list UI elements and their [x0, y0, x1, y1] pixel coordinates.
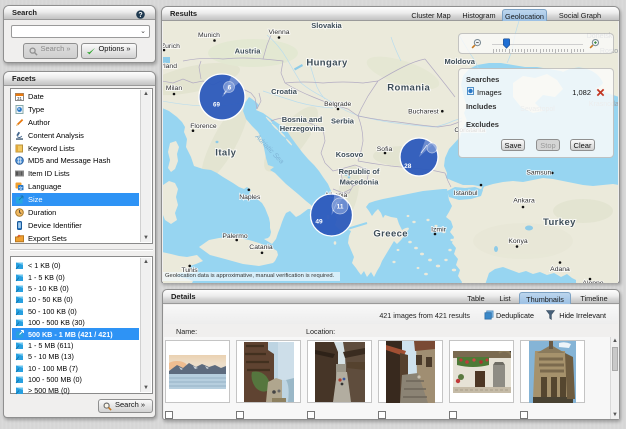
svg-text:Kosovo: Kosovo [336, 150, 364, 159]
svg-text:Munich: Munich [198, 32, 220, 39]
svg-text:Ankara: Ankara [513, 198, 535, 205]
svg-text:Moldova: Moldova [444, 57, 475, 66]
svg-text:Palermo: Palermo [222, 233, 248, 240]
svg-text:69: 69 [213, 102, 220, 109]
svg-text:Zurich: Zurich [163, 43, 180, 50]
svg-text:Macedonia: Macedonia [340, 178, 380, 187]
svg-text:11: 11 [337, 204, 344, 211]
svg-text:Izmir: Izmir [431, 227, 446, 234]
svg-text:Italy: Italy [215, 148, 236, 159]
svg-text:Konya: Konya [508, 238, 527, 245]
svg-text:Sofia: Sofia [377, 146, 393, 153]
svg-text:Aleppo: Aleppo [582, 280, 603, 283]
svg-text:文: 文 [18, 185, 23, 191]
svg-text:Adana: Adana [550, 266, 570, 273]
svg-text:Turkey: Turkey [543, 217, 576, 228]
svg-text:Catania: Catania [249, 244, 273, 251]
svg-text:Bucharest: Bucharest [408, 109, 439, 116]
svg-text:Naples: Naples [239, 194, 261, 201]
svg-text:Hungary: Hungary [306, 58, 348, 69]
svg-text:Slovakia: Slovakia [311, 21, 342, 30]
svg-text:?: ? [138, 12, 142, 19]
svg-text:Croatia: Croatia [271, 87, 298, 96]
svg-text:Vienna: Vienna [268, 29, 289, 36]
svg-text:Milan: Milan [166, 85, 182, 92]
svg-text:Serbia: Serbia [331, 117, 355, 126]
svg-text:Bosnia and: Bosnia and [282, 115, 323, 124]
svg-text:Republic of: Republic of [339, 167, 380, 176]
svg-text:Romania: Romania [387, 83, 430, 94]
svg-text:Samsun: Samsun [526, 170, 551, 177]
svg-text:Belgrade: Belgrade [324, 101, 351, 108]
svg-text:Florence: Florence [190, 123, 217, 130]
svg-text:Austria: Austria [235, 47, 262, 56]
svg-text:Greece: Greece [373, 229, 408, 240]
svg-text:31: 31 [17, 96, 23, 101]
svg-text:Herzegovina: Herzegovina [280, 124, 325, 133]
svg-text:Istanbul: Istanbul [454, 190, 478, 197]
svg-text:Switzerland: Switzerland [163, 63, 177, 70]
svg-text:6: 6 [228, 85, 232, 92]
svg-text:28: 28 [404, 163, 412, 170]
svg-text:49: 49 [315, 219, 323, 226]
